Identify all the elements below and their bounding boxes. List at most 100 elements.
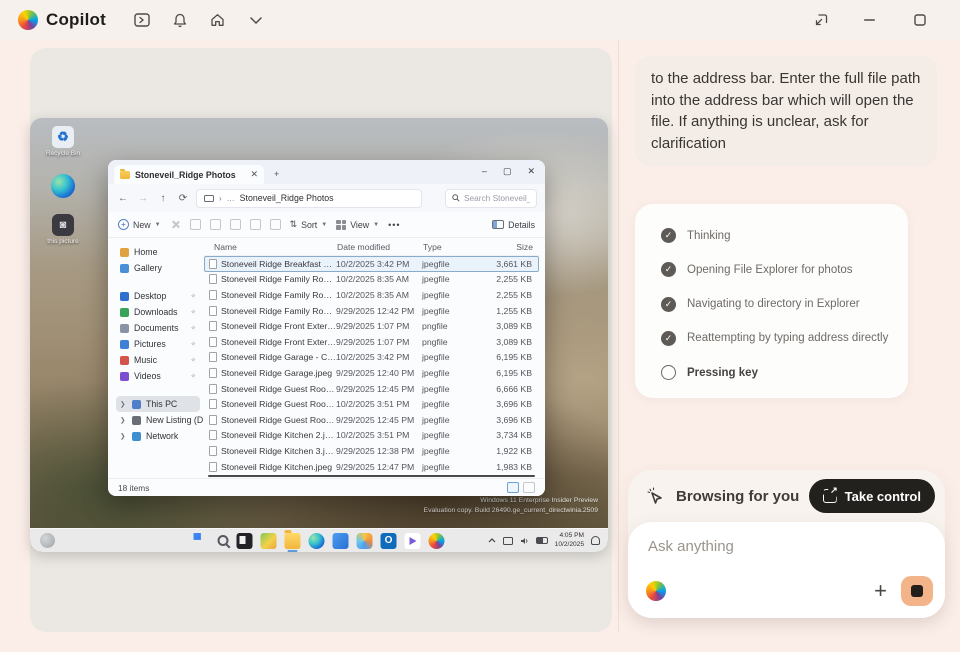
sidebar-item-videos[interactable]: Videos✧ [116,368,200,384]
file-name: Stoneveil Ridge Family Room 2 - Copy.jp.… [221,274,336,284]
notifications-bell-icon[interactable] [166,6,194,34]
file-row[interactable]: Stoneveil Ridge Family Room 2 - Copy.jp.… [204,272,539,288]
forward-icon[interactable]: → [136,193,150,204]
desktop-icon-microsoft-edge[interactable] [40,174,86,198]
details-button[interactable]: Details [492,220,535,230]
share-icon[interactable] [250,219,261,230]
take-control-button[interactable]: Take control [809,479,935,513]
taskbar-app-outlook-icon[interactable]: O [381,533,397,549]
file-row[interactable]: Stoneveil Ridge Guest Room 2.jpeg9/29/20… [204,381,539,397]
refresh-icon[interactable]: ⟳ [176,193,190,204]
taskbar-app-search-icon[interactable] [218,535,229,546]
sidebar-item-gallery[interactable]: Gallery [116,260,200,276]
chevron-down-icon[interactable] [242,6,270,34]
taskbar-app-explorer-icon[interactable] [285,533,301,549]
taskbar-app-blue-icon[interactable] [333,533,349,549]
address-breadcrumb[interactable]: › … Stoneveil_Ridge Photos [196,189,422,208]
composer[interactable]: Ask anything + [628,522,945,618]
explorer-tab[interactable]: Stoneveil_Ridge Photos ✕ [114,165,264,184]
tab-close-icon[interactable]: ✕ [250,169,258,180]
explorer-search-input[interactable]: Search Stoneveil_F [445,189,537,208]
explorer-close-icon[interactable]: ✕ [527,166,535,177]
file-row[interactable]: Stoneveil Ridge Guest Room 3 - Copy.jpeg… [204,396,539,412]
sidebar-item-pictures[interactable]: Pictures✧ [116,336,200,352]
file-row[interactable]: Stoneveil Ridge Guest Room 3.jpeg9/29/20… [204,412,539,428]
file-row[interactable]: Stoneveil Ridge Family Room 2.jpeg10/2/2… [204,287,539,303]
sidebar-item-this-pc[interactable]: ❯This PC [116,396,200,412]
file-explorer-window[interactable]: Stoneveil_Ridge Photos ✕ + – ▢ ✕ ← → ↑ ⟳… [108,160,545,496]
file-row[interactable]: Stoneveil Ridge Front Exterior.png9/29/2… [204,334,539,350]
file-row[interactable]: Stoneveil Ridge Kitchen 3.jpeg9/29/2025 … [204,443,539,459]
rename-icon[interactable] [230,219,241,230]
large-icons-view-toggle-icon[interactable] [523,482,535,493]
app-title: Copilot [46,10,106,30]
file-size: 3,661 KB [480,259,538,269]
column-type[interactable]: Type [423,242,481,252]
display-icon[interactable] [503,537,513,545]
agent-step: ✓Thinking [661,228,890,243]
new-tab-icon[interactable]: + [274,169,279,179]
maximize-icon[interactable] [906,6,934,34]
desktop-icon-recycle-bin[interactable]: ♻Recycle Bin [40,126,86,158]
sort-button[interactable]: ⇅ Sort ▼ [290,219,328,230]
new-button[interactable]: + New ▼ [118,219,161,230]
windows-watermark: Windows 11 Enterprise Insider Preview Ev… [424,496,598,516]
paste-icon[interactable] [210,219,221,230]
file-name: Stoneveil Ridge Front Exterior - Copy.pn… [221,321,336,331]
file-row[interactable]: Stoneveil Ridge Family Room.jpeg9/29/202… [204,303,539,319]
stop-button[interactable] [901,576,933,606]
file-row[interactable]: Stoneveil Ridge Kitchen.jpeg9/29/2025 12… [204,459,539,475]
file-row[interactable]: Stoneveil Ridge Front Exterior - Copy.pn… [204,318,539,334]
breadcrumb-ellipsis[interactable]: … [227,194,235,203]
horizontal-scrollbar[interactable] [208,475,535,478]
details-view-toggle-icon[interactable] [507,482,519,493]
taskbar-clock[interactable]: 4:05 PM 10/2/2025 [555,532,584,550]
taskbar-app-clipchamp-icon[interactable] [405,533,421,549]
back-icon[interactable]: ← [116,193,130,204]
pin-icon: ✧ [191,340,196,348]
taskbar-app-dark-icon[interactable] [237,533,253,549]
taskbar-app-copilot-icon[interactable] [429,533,445,549]
more-options-icon[interactable]: ••• [388,220,400,230]
pop-in-icon[interactable] [806,6,834,34]
sidebar-item-new-listing-d-[interactable]: ❯New Listing (D:) [116,412,200,428]
copy-icon[interactable] [190,219,201,230]
taskbar-app-start-icon[interactable] [194,533,210,549]
up-icon[interactable]: ↑ [156,193,170,204]
sidebar-item-documents[interactable]: Documents✧ [116,320,200,336]
taskbar-app-edge-icon[interactable] [309,533,325,549]
volume-icon[interactable] [520,537,529,545]
tray-chevron-up-icon[interactable] [488,538,496,543]
file-row[interactable]: Stoneveil Ridge Garage.jpeg9/29/2025 12:… [204,365,539,381]
column-name[interactable]: Name [204,242,337,252]
attach-plus-button[interactable]: + [860,578,901,604]
sidebar-item-desktop[interactable]: Desktop✧ [116,288,200,304]
taskbar-app-photos-icon[interactable] [357,533,373,549]
delete-icon[interactable] [270,219,281,230]
sidebar-item-music[interactable]: Music✧ [116,352,200,368]
taskbar-app-store-icon[interactable] [261,533,277,549]
minimize-icon[interactable] [856,6,884,34]
explorer-minimize-icon[interactable]: – [482,166,487,176]
file-row[interactable]: Stoneveil Ridge Kitchen 2.jpeg10/2/2025 … [204,428,539,444]
sidebar-item-downloads[interactable]: Downloads✧ [116,304,200,320]
breadcrumb-path: Stoneveil_Ridge Photos [240,193,334,203]
app-titlebar: Copilot [0,0,960,40]
sidebar-item-home[interactable]: Home [116,244,200,260]
explorer-maximize-icon[interactable]: ▢ [503,166,512,177]
desktop-icon-learn-about-this-picture[interactable]: ◙this picture [40,214,86,246]
sidebar-toggle-icon[interactable] [128,6,156,34]
edge-desktop-shortcut-icon[interactable] [40,533,55,548]
file-row[interactable]: Stoneveil Ridge Breakfast Nook.jpeg10/2/… [204,256,539,272]
home-icon[interactable] [204,6,232,34]
column-size[interactable]: Size [481,242,539,252]
desktop-screenshot[interactable]: ♻Recycle Bin ◙this picture Stoneveil_Ridg… [30,118,608,552]
column-date-modified[interactable]: Date modified [337,242,423,252]
cut-icon[interactable] [170,219,181,230]
sidebar-item-network[interactable]: ❯Network [116,428,200,444]
notification-center-icon[interactable] [591,536,600,545]
file-row[interactable]: Stoneveil Ridge Garage - Copy.jpeg10/2/2… [204,350,539,366]
battery-icon[interactable] [536,537,548,544]
view-button[interactable]: View ▼ [336,220,379,230]
composer-placeholder[interactable]: Ask anything [648,538,927,555]
